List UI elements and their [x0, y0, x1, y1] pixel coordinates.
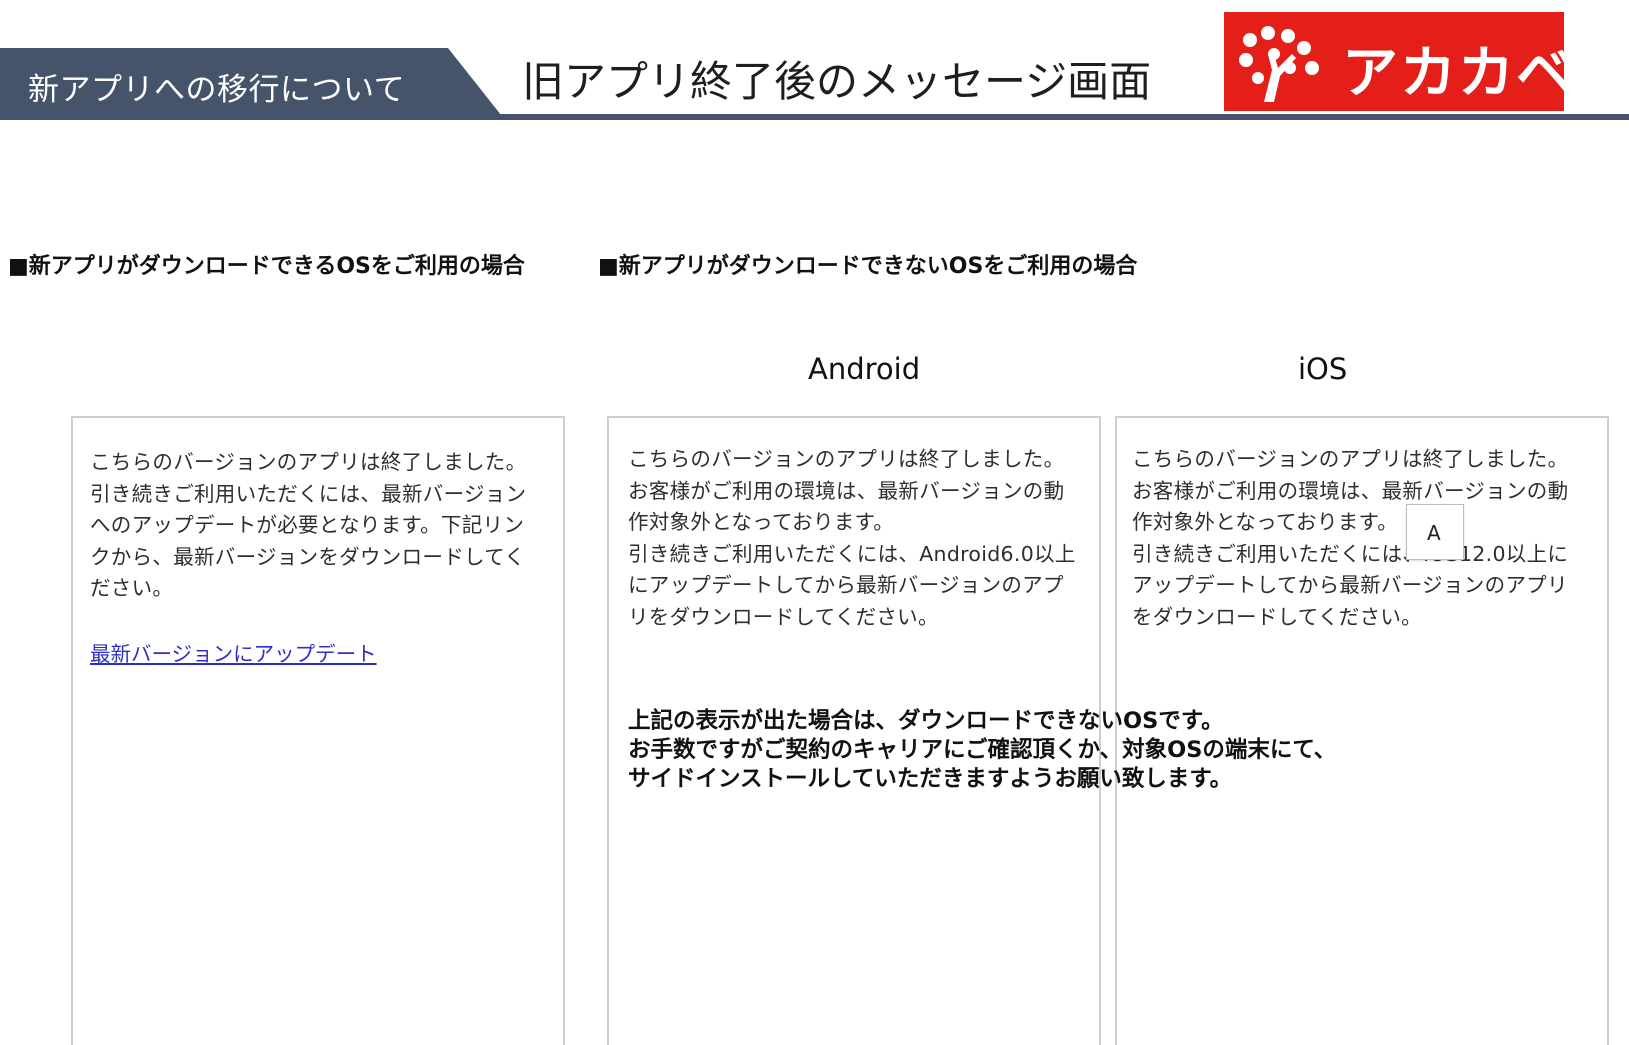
tooltip-label: A	[1427, 521, 1441, 545]
message-line: クから、最新バージョンをダウンロードしてく	[90, 544, 526, 569]
message-line: こちらのバージョンのアプリは終了しました。	[90, 450, 527, 474]
note-line: お手数ですがご契約のキャリアにご確認頂くか、対象OSの端末にて、	[628, 737, 1337, 763]
message-line: 引き続きご利用いただくには、Android6.0以上	[628, 541, 1076, 566]
message-line: お客様がご利用の環境は、最新バージョンの動	[628, 478, 1065, 503]
section-heading-supported: ■新アプリがダウンロードできるOSをご利用の場合	[8, 254, 525, 279]
tree-logo-icon	[1239, 26, 1319, 102]
message-line: をダウンロードしてください。	[1132, 604, 1422, 629]
header-divider	[0, 114, 1629, 120]
message-line: こちらのバージョンのアプリは終了しました。	[1132, 447, 1569, 471]
platform-label-ios: iOS	[1298, 352, 1348, 386]
message-line: お客様がご利用の環境は、最新バージョンの動	[1132, 478, 1569, 503]
note-unsupported-os: 上記の表示が出た場合は、ダウンロードできないOSです。 お手数ですがご契約のキャ…	[628, 707, 1336, 794]
update-to-latest-link[interactable]: 最新バージョンにアップデート	[90, 637, 377, 667]
section-heading-unsupported: ■新アプリがダウンロードできないOSをご利用の場合	[598, 254, 1138, 279]
page-title: 旧アプリ終了後のメッセージ画面	[522, 57, 1152, 106]
message-line: リをダウンロードしてください。	[628, 604, 939, 629]
message-line: 引き続きご利用いただくには、iOS12.0以上に	[1132, 541, 1569, 566]
screen-ios-message: こちらのバージョンのアプリは終了しました。 お客様がご利用の環境は、最新バージョ…	[1132, 444, 1568, 633]
screen-android-message: こちらのバージョンのアプリは終了しました。 お客様がご利用の環境は、最新バージョ…	[628, 444, 1076, 633]
note-line: 上記の表示が出た場合は、ダウンロードできないOSです。	[628, 708, 1224, 734]
header-banner-label: 新アプリへの移行について	[28, 72, 406, 108]
message-line: にアップデートしてから最新バージョンのアプ	[628, 573, 1064, 597]
message-line: アップデートしてから最新バージョンのアプリ	[1132, 573, 1568, 597]
screen-supported-message: こちらのバージョンのアプリは終了しました。 引き続きご利用いただくには、最新バー…	[90, 447, 526, 605]
message-line: 作対象外となっております。	[1132, 510, 1399, 534]
message-line: ださい。	[90, 576, 174, 600]
message-line: 作対象外となっております。	[628, 510, 895, 534]
brand-logo-text: アカカベ	[1342, 41, 1564, 106]
platform-label-android: Android	[808, 352, 921, 386]
note-line: サイドインストールしていただきますようお願い致します。	[628, 766, 1233, 792]
brand-logo: アカカベ	[1224, 12, 1564, 111]
message-line: へのアップデートが必要となります。下記リン	[90, 513, 525, 537]
message-line: 引き続きご利用いただくには、最新バージョン	[90, 481, 527, 506]
message-line: こちらのバージョンのアプリは終了しました。	[628, 447, 1065, 471]
slide-page: 新アプリへの移行について 旧アプリ終了後のメッセージ画面 アカカベ ■新アプリが…	[0, 0, 1629, 1045]
tooltip-box[interactable]: A	[1406, 504, 1464, 560]
